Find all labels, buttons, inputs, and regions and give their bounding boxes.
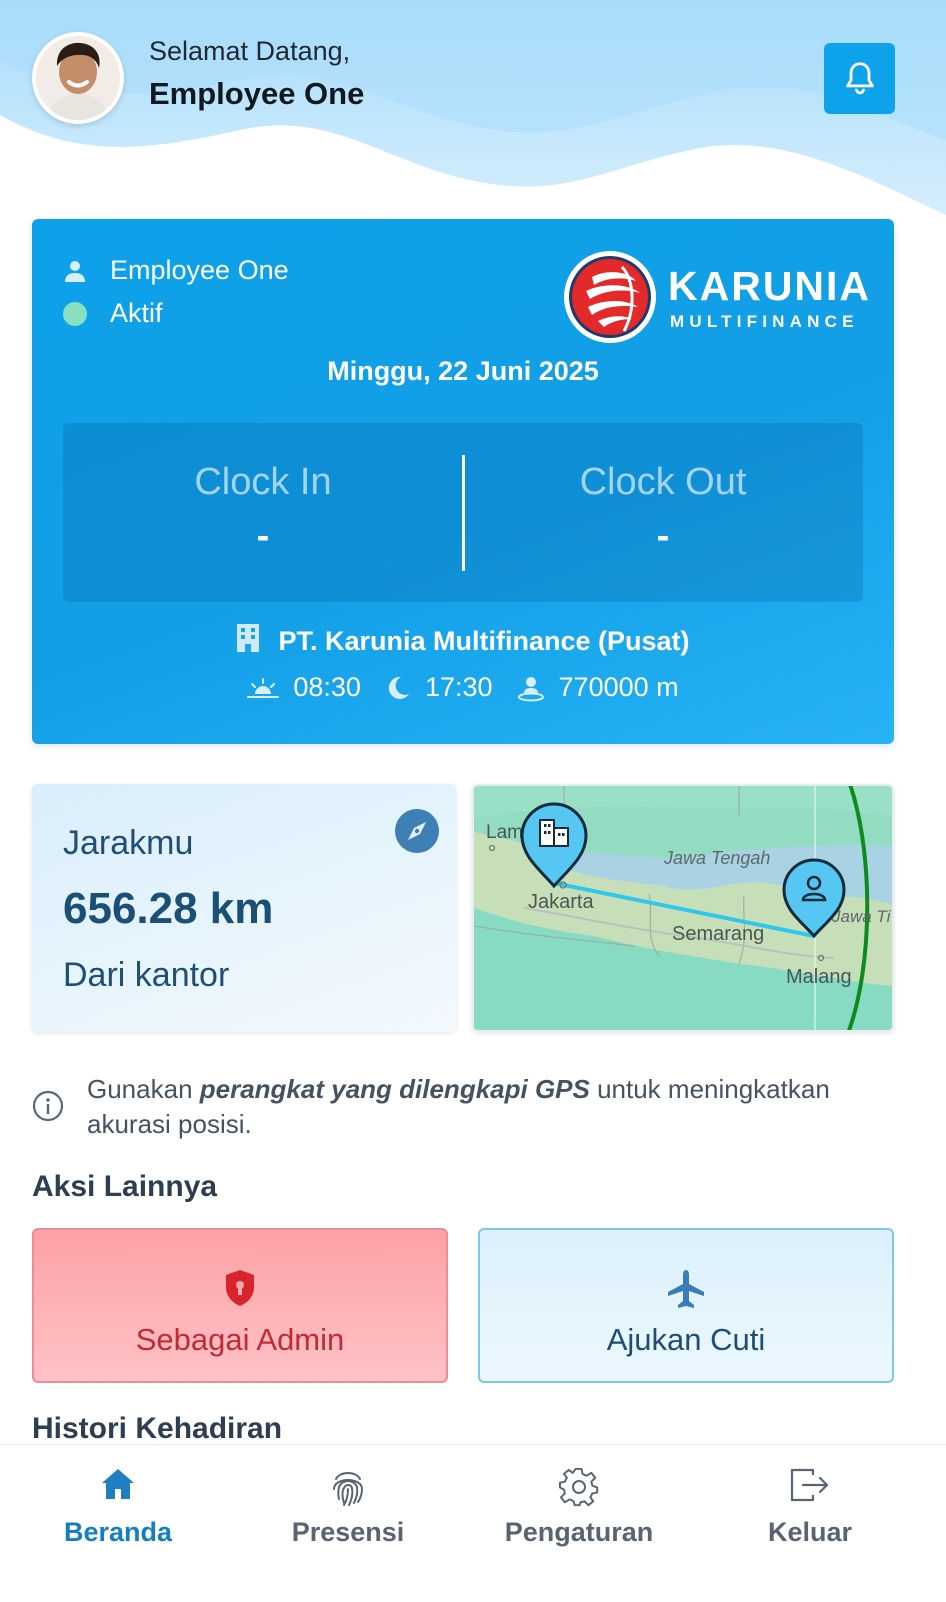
employee-name: Employee One — [110, 255, 289, 285]
karunia-globe-icon — [564, 251, 656, 343]
map-canvas: Lam Jawa Tengah Jakarta Semarang Jawa Ti… — [474, 786, 892, 1030]
employee-row: Employee One — [62, 255, 289, 286]
compass-icon — [395, 809, 439, 853]
shift-row: 08:30 17:30 770000 m — [32, 672, 894, 703]
distance-subtitle: Dari kantor — [63, 956, 230, 994]
office-building-icon — [236, 623, 260, 660]
clock-panel: Clock In - Clock Out - — [63, 423, 863, 602]
moon-icon — [388, 676, 409, 699]
radius-value: 770000 m — [558, 672, 679, 702]
distance-title: Jarakmu — [63, 824, 194, 862]
user-avatar-icon — [36, 36, 120, 120]
attendance-card: Employee One Aktif KARUNIA MULTIFINANCE … — [32, 219, 894, 744]
status-dot-icon — [62, 301, 88, 327]
app-header: Selamat Datang, Employee One — [32, 32, 914, 124]
admin-mode-label: Sebagai Admin — [135, 1322, 345, 1357]
map-label-malang: Malang — [786, 966, 852, 988]
fingerprint-icon — [333, 1472, 364, 1506]
shift-end-item: 17:30 — [385, 672, 493, 703]
clock-in-section[interactable]: Clock In - — [63, 423, 463, 602]
location-radius-icon — [517, 676, 544, 701]
sunrise-icon — [247, 677, 280, 698]
other-actions-title: Aksi Lainnya — [32, 1170, 218, 1203]
request-leave-button[interactable]: Ajukan Cuti — [478, 1228, 894, 1383]
nav-item-home[interactable]: Beranda — [0, 1445, 236, 1602]
user-name: Employee One — [149, 76, 365, 111]
nav-label-settings: Pengaturan — [504, 1517, 654, 1547]
distance-value: 656.28 km — [63, 884, 274, 933]
bell-icon — [845, 61, 874, 94]
airplane-icon — [668, 1270, 704, 1308]
clock-in-value: - — [256, 515, 270, 557]
home-icon — [102, 1469, 134, 1499]
person-icon — [62, 258, 88, 284]
clock-out-label: Clock Out — [579, 461, 747, 503]
attendance-history-title: Histori Kehadiran — [32, 1412, 283, 1445]
employee-status: Aktif — [110, 298, 163, 328]
shift-end-time: 17:30 — [424, 672, 493, 702]
shift-start-time: 08:30 — [293, 672, 361, 702]
nav-item-logout[interactable]: Keluar — [692, 1445, 928, 1602]
nav-label-home: Beranda — [63, 1517, 173, 1547]
gps-info: Gunakan perangkat yang dilengkapi GPS un… — [32, 1072, 894, 1144]
office-row: PT. Karunia Multifinance (Pusat) — [32, 623, 894, 660]
map-label-jawa-tengah: Jawa Tengah — [663, 848, 770, 868]
clock-out-section[interactable]: Clock Out - — [463, 423, 863, 602]
logo-tagline: MULTIFINANCE — [670, 312, 859, 331]
map-label-lam: Lam — [486, 822, 523, 843]
admin-mode-button[interactable]: Sebagai Admin — [32, 1228, 448, 1383]
nav-item-settings[interactable]: Pengaturan — [461, 1445, 697, 1602]
gps-info-emphasis: perangkat yang dilengkapi GPS — [199, 1074, 590, 1104]
clock-in-label: Clock In — [194, 461, 332, 503]
office-name: PT. Karunia Multifinance (Pusat) — [278, 626, 690, 656]
location-map[interactable]: Lam Jawa Tengah Jakarta Semarang Jawa Ti… — [472, 784, 894, 1032]
current-date: Minggu, 22 Juni 2025 — [327, 356, 599, 386]
logo-brand: KARUNIA — [668, 263, 872, 309]
gps-info-text: Gunakan perangkat yang dilengkapi GPS un… — [87, 1074, 830, 1139]
request-leave-label: Ajukan Cuti — [606, 1322, 766, 1357]
company-logo: KARUNIA MULTIFINANCE — [562, 249, 872, 345]
nav-label-attendance: Presensi — [291, 1517, 405, 1547]
distance-card: Jarakmu 656.28 km Dari kantor — [32, 784, 456, 1032]
bottom-navigation: Beranda Presensi Pengaturan Keluar — [0, 1444, 946, 1602]
shield-lock-icon — [226, 1270, 254, 1306]
avatar[interactable] — [32, 32, 124, 124]
notification-button[interactable] — [824, 43, 895, 114]
gear-icon — [559, 1467, 599, 1507]
nav-item-attendance[interactable]: Presensi — [230, 1445, 466, 1602]
map-label-semarang: Semarang — [672, 923, 764, 945]
shift-start-item: 08:30 — [247, 672, 361, 703]
radius-item: 770000 m — [517, 672, 679, 703]
map-label-jawa-timur: Jawa Ti — [831, 907, 892, 926]
nav-label-logout: Keluar — [767, 1517, 853, 1547]
clock-out-value: - — [656, 515, 670, 557]
logout-icon — [790, 1468, 829, 1502]
greeting-text: Selamat Datang, — [149, 36, 351, 66]
info-icon — [32, 1090, 64, 1122]
map-label-jakarta: Jakarta — [528, 891, 594, 913]
status-row: Aktif — [62, 298, 163, 329]
